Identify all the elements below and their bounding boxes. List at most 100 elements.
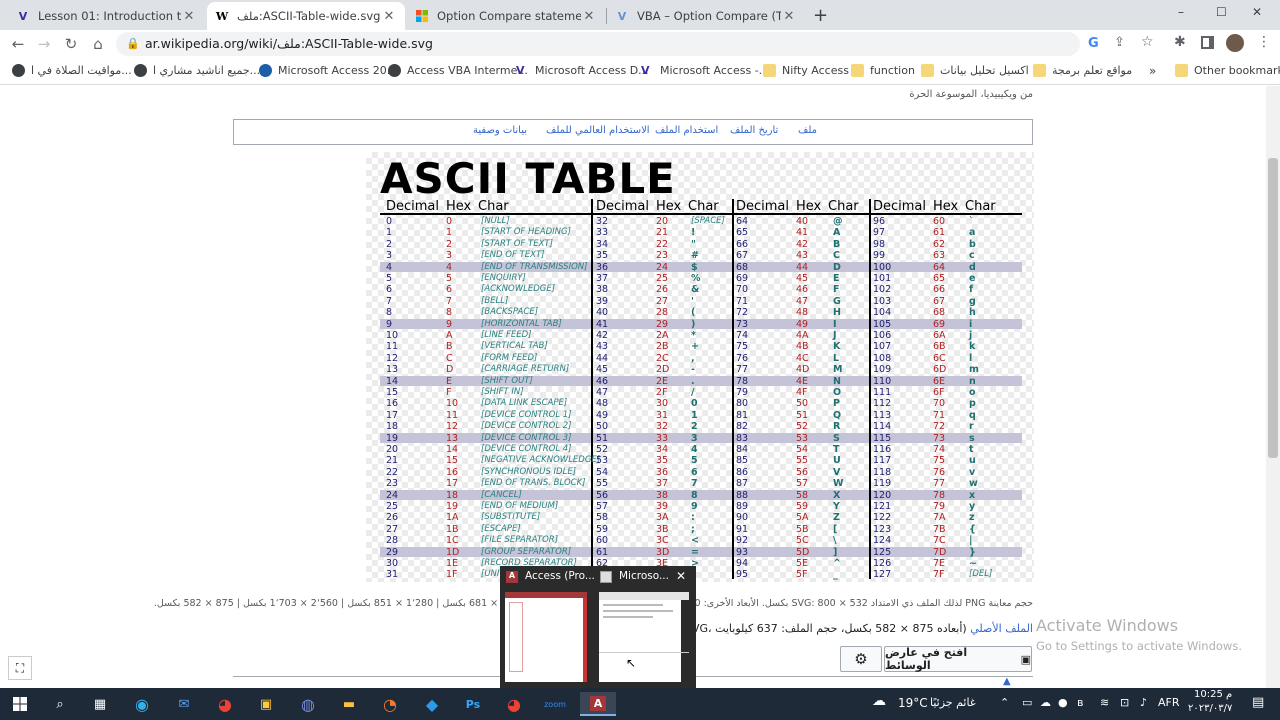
close-icon[interactable]: ✕ xyxy=(181,9,197,24)
weather-desc[interactable]: غائم جزئيًا xyxy=(930,696,976,709)
bookmark-item[interactable]: V Microsoft Access -... xyxy=(641,64,769,77)
file-tab-history[interactable]: تاريخ الملف xyxy=(730,125,778,136)
reload-icon[interactable]: ↻ xyxy=(61,34,81,54)
language-indicator[interactable]: AFR xyxy=(1158,696,1180,709)
access-icon[interactable]: A xyxy=(580,692,616,716)
bookmark-folder[interactable]: اكسيل تحليل بيانات xyxy=(921,64,1029,77)
close-icon[interactable]: ✕ xyxy=(381,9,397,24)
side-panel-icon[interactable] xyxy=(1201,36,1214,49)
ascii-char: S xyxy=(833,432,840,444)
home-icon[interactable]: ⌂ xyxy=(88,34,108,54)
photoshop-icon[interactable]: Ps xyxy=(459,692,487,716)
ascii-char: M xyxy=(833,364,843,376)
ascii-decimal: 30 xyxy=(386,558,399,569)
arrow-up-icon[interactable]: ▲ xyxy=(1003,676,1011,687)
other-bookmarks-folder[interactable]: Other bookmarks xyxy=(1175,64,1280,77)
chevron-up-icon[interactable]: ⌃ xyxy=(1000,696,1009,709)
ascii-char: [SHIFT OUT] xyxy=(481,375,533,386)
close-icon[interactable]: ✕ xyxy=(781,9,797,24)
share-icon[interactable]: ⇪ xyxy=(1114,35,1125,50)
bluetooth-icon[interactable]: ʙ xyxy=(1077,696,1083,709)
ascii-decimal: 111 xyxy=(873,387,892,398)
expand-icon[interactable]: ⛶ xyxy=(8,656,32,680)
edge-icon[interactable]: ◉ xyxy=(128,692,156,716)
wifi-icon[interactable]: ≋ xyxy=(1100,696,1109,709)
open-media-viewer-button[interactable]: افتح في عارض الوسائط ▣ xyxy=(884,646,1032,672)
bookmark-item[interactable]: Access VBA Interme... xyxy=(388,64,528,77)
volume-icon[interactable]: ♪ xyxy=(1140,696,1147,709)
bookmark-folder[interactable]: مواقع تعلم برمجة xyxy=(1033,64,1132,77)
zoom-icon[interactable]: zoom xyxy=(541,692,569,716)
task-view-icon[interactable]: ▦ xyxy=(86,692,114,716)
preview-title[interactable]: Access (Pro... xyxy=(525,570,595,582)
tab-wikipedia[interactable]: W ملف:ASCII-Table-wide.svg - ويكي ✕ xyxy=(207,2,405,30)
avatar[interactable] xyxy=(1226,34,1244,52)
weather-temp[interactable]: 19°C xyxy=(898,696,928,710)
vscode-icon[interactable]: ◆ xyxy=(418,692,446,716)
file-tab-file[interactable]: ملف xyxy=(798,125,817,136)
close-icon[interactable]: ✕ xyxy=(581,9,597,24)
start-icon[interactable] xyxy=(6,692,34,716)
scrollbar-thumb[interactable] xyxy=(1268,158,1278,458)
battery-icon[interactable]: ▭ xyxy=(1022,696,1032,709)
ascii-decimal: 18 xyxy=(386,421,399,433)
preview-title[interactable]: Microso... xyxy=(619,570,669,582)
ascii-decimal: 74 xyxy=(736,330,749,341)
tab-lesson-01[interactable]: V Lesson 01: Introduction to Micro ✕ xyxy=(8,2,205,30)
forward-icon[interactable]: → xyxy=(34,34,54,54)
onedrive-icon[interactable]: ☁ xyxy=(1040,696,1051,709)
shaded-row xyxy=(380,318,1022,329)
bookmark-item[interactable]: جميع اناشيد مشاري ا... xyxy=(134,64,260,77)
file-tab-global-usage[interactable]: الاستخدام العالمي للملف xyxy=(546,125,650,136)
lock-icon[interactable]: 🔒 xyxy=(126,37,140,50)
mail-icon[interactable]: ✉ xyxy=(170,692,198,716)
search-icon[interactable]: ⌕ xyxy=(46,692,74,716)
ascii-hex: 27 xyxy=(656,295,669,307)
discord-icon[interactable]: ◍ xyxy=(294,692,322,716)
notifications-icon[interactable]: ▤ xyxy=(1252,695,1264,710)
file-tab-usage[interactable]: استخدام الملف xyxy=(655,125,718,136)
close-icon[interactable]: ✕ xyxy=(676,569,686,583)
bookmarks-overflow-button[interactable]: » xyxy=(1149,64,1156,78)
back-icon[interactable]: ← xyxy=(8,34,28,54)
clock-time[interactable]: 10:25 م xyxy=(1194,689,1232,700)
ascii-hex: 3A xyxy=(656,512,669,524)
extensions-icon[interactable]: ✱ xyxy=(1174,34,1186,50)
bookmark-item[interactable]: V Microsoft Access D... xyxy=(516,64,649,77)
url-text[interactable]: ar.wikipedia.org/wiki/ملف:ASCII-Table-wi… xyxy=(145,36,433,51)
ascii-decimal: 7 xyxy=(386,295,393,307)
file-tabs: ملف تاريخ الملف استخدام الملف الاستخدام … xyxy=(233,119,1033,145)
minimize-button[interactable]: – xyxy=(1178,5,1184,19)
ascii-hex: A xyxy=(446,330,453,341)
ascii-hex: 6D xyxy=(933,364,947,376)
chrome-icon[interactable]: ◕ xyxy=(500,692,528,716)
store-icon[interactable]: ▣ xyxy=(252,692,280,716)
new-tab-button[interactable]: + xyxy=(813,5,828,26)
settings-button[interactable]: ⚙ xyxy=(840,646,882,672)
ascii-table-image[interactable]: ASCII TABLE Decimal Hex Char Decimal Hex Char… xyxy=(366,152,1034,582)
bookmark-star-icon[interactable]: ☆ xyxy=(1141,34,1154,50)
google-translate-icon[interactable]: G xyxy=(1088,36,1099,51)
preview-thumbnail-vba[interactable] xyxy=(599,592,689,682)
original-file-link[interactable]: الملف الأصلي xyxy=(970,622,1033,635)
tab-vba-option-compare[interactable]: V VBA – Option Compare (Text || Bi ✕ xyxy=(607,2,805,30)
preview-thumbnail-access[interactable] xyxy=(505,592,587,682)
close-window-button[interactable]: ✕ xyxy=(1252,5,1262,19)
menu-icon[interactable]: ⋮ xyxy=(1257,34,1271,50)
blender-icon[interactable]: ◔ xyxy=(376,692,404,716)
bookmark-folder[interactable]: Nifty Access xyxy=(763,64,849,77)
bookmark-item[interactable]: Microsoft Access 20... xyxy=(259,64,397,77)
clock-date[interactable]: ٢٠٢٣/٠٣/٧ xyxy=(1188,703,1232,714)
network-icon[interactable]: ⊡ xyxy=(1120,696,1129,709)
bookmark-folder[interactable]: function xyxy=(851,64,915,77)
ascii-char: j xyxy=(969,330,973,341)
maximize-button[interactable]: ☐ xyxy=(1216,5,1227,19)
bookmark-item[interactable]: مواقيت الصلاة في ا... xyxy=(12,64,132,77)
microphone-icon[interactable]: ● xyxy=(1058,696,1068,709)
access-vba-icon xyxy=(600,571,612,583)
tab-option-compare[interactable]: Option Compare statement (VBA ✕ xyxy=(407,2,605,30)
file-explorer-icon[interactable]: ▬ xyxy=(335,692,363,716)
file-tab-metadata[interactable]: بيانات وصفية xyxy=(473,125,527,136)
weather-icon[interactable]: ☁ xyxy=(872,693,886,709)
chrome-icon[interactable]: ◕ xyxy=(211,692,239,716)
